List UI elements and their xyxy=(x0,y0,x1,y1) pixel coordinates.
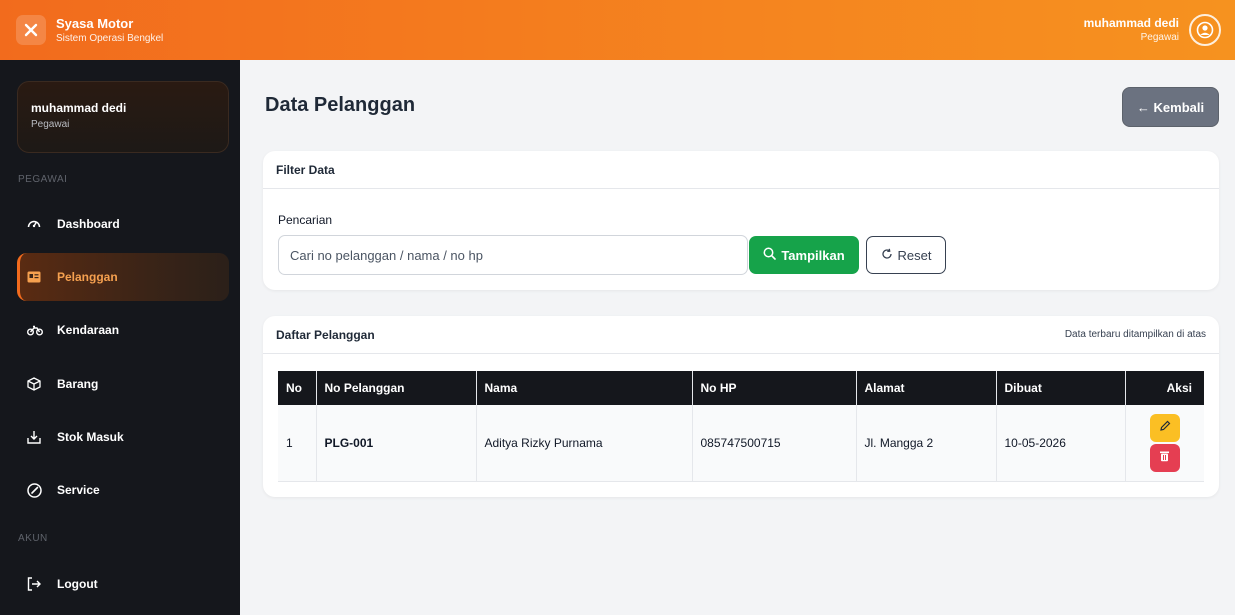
sidebar-item-label: Barang xyxy=(57,377,99,391)
sidebar: muhammad dedi Pegawai PEGAWAI Dashboard … xyxy=(0,60,240,615)
pencil-icon xyxy=(1159,420,1171,435)
customer-table: No No Pelanggan Nama No HP Alamat Dibuat… xyxy=(278,371,1204,482)
profile-card: muhammad dedi Pegawai xyxy=(17,81,229,153)
sidebar-item-stok-masuk[interactable]: Stok Masuk xyxy=(17,413,229,461)
cell-actions xyxy=(1124,405,1204,482)
sidebar-item-barang[interactable]: Barang xyxy=(17,360,229,408)
table-row: 1 PLG-001 Aditya Rizky Purnama 085747500… xyxy=(278,405,1204,482)
trash-icon xyxy=(1159,450,1170,465)
logout-button[interactable]: Logout xyxy=(17,560,229,608)
list-card: Daftar Pelanggan Data terbaru ditampilka… xyxy=(263,316,1219,497)
sidebar-item-pelanggan[interactable]: Pelanggan xyxy=(17,253,229,301)
filter-card-title: Filter Data xyxy=(276,162,335,177)
sidebar-item-label: Pelanggan xyxy=(57,270,118,284)
column-header[interactable]: Nama xyxy=(475,371,692,405)
list-card-note: Data terbaru ditampilkan di atas xyxy=(1064,329,1206,340)
sidebar-item-label: Service xyxy=(57,483,100,497)
wrench-icon xyxy=(16,15,46,45)
column-header: Aksi xyxy=(1124,371,1204,405)
cell-customer-code: PLG-001 xyxy=(315,405,476,482)
section-label-akun: AKUN xyxy=(18,533,48,544)
search-icon xyxy=(763,247,777,263)
profile-name: muhammad dedi xyxy=(31,101,127,115)
cell-name: Aditya Rizky Purnama xyxy=(475,405,692,482)
edit-button[interactable] xyxy=(1149,413,1180,442)
filter-card: Filter Data Pencarian Cari no pelanggan … xyxy=(263,151,1219,290)
column-header[interactable]: Dibuat xyxy=(995,371,1125,405)
reset-button-label: Reset xyxy=(897,247,932,263)
header-user-name: muhammad dedi xyxy=(1083,16,1179,30)
table-header-row: No No Pelanggan Nama No HP Alamat Dibuat… xyxy=(278,371,1204,405)
cell-phone: 085747500715 xyxy=(691,405,856,482)
sidebar-item-label: Dashboard xyxy=(57,217,120,231)
back-button[interactable]: ← Kembali xyxy=(1122,87,1219,127)
dashboard-icon xyxy=(27,217,49,231)
list-card-header: Daftar Pelanggan Data terbaru ditampilka… xyxy=(263,316,1219,354)
app-subtitle: Sistem Operasi Bengkel xyxy=(56,32,164,44)
filter-card-header: Filter Data xyxy=(263,151,1219,189)
cell-no: 1 xyxy=(278,405,316,482)
column-header[interactable]: No xyxy=(278,371,316,405)
sidebar-item-label: Stok Masuk xyxy=(57,430,124,444)
service-icon xyxy=(27,482,49,498)
sidebar-item-kendaraan[interactable]: Kendaraan xyxy=(17,306,229,354)
id-card-icon xyxy=(27,271,49,283)
inbox-icon xyxy=(27,430,49,444)
search-label: Pencarian xyxy=(278,213,333,227)
search-input[interactable]: Cari no pelanggan / nama / no hp xyxy=(278,235,748,275)
delete-button[interactable] xyxy=(1149,443,1180,472)
motorcycle-icon xyxy=(27,324,49,336)
user-menu[interactable]: muhammad dedi Pegawai xyxy=(1084,14,1221,46)
show-button[interactable]: Tampilkan xyxy=(749,236,859,274)
box-icon xyxy=(27,377,49,391)
sidebar-item-dashboard[interactable]: Dashboard xyxy=(17,200,229,248)
user-avatar-icon[interactable] xyxy=(1189,14,1221,46)
section-label-pegawai: PEGAWAI xyxy=(18,174,68,185)
reset-button[interactable]: Reset xyxy=(866,236,946,274)
header-user-role: Pegawai xyxy=(1140,32,1179,43)
profile-role: Pegawai xyxy=(31,119,70,130)
column-header[interactable]: No HP xyxy=(691,371,856,405)
cell-address: Jl. Mangga 2 xyxy=(855,405,996,482)
page-title: Data Pelanggan xyxy=(265,94,416,116)
logout-icon xyxy=(27,577,49,591)
column-header[interactable]: Alamat xyxy=(855,371,996,405)
reset-icon xyxy=(881,248,893,263)
logout-label: Logout xyxy=(57,577,98,591)
cell-created: 10-05-2026 xyxy=(995,405,1125,482)
top-bar: Syasa Motor Sistem Operasi Bengkel muham… xyxy=(0,0,1235,60)
sidebar-item-service[interactable]: Service xyxy=(17,466,229,514)
column-header[interactable]: No Pelanggan xyxy=(315,371,476,405)
brand[interactable]: Syasa Motor Sistem Operasi Bengkel xyxy=(16,15,163,45)
list-card-title: Daftar Pelanggan xyxy=(276,327,375,342)
sidebar-item-label: Kendaraan xyxy=(57,323,120,337)
show-button-label: Tampilkan xyxy=(781,247,845,263)
app-name: Syasa Motor xyxy=(56,15,134,31)
